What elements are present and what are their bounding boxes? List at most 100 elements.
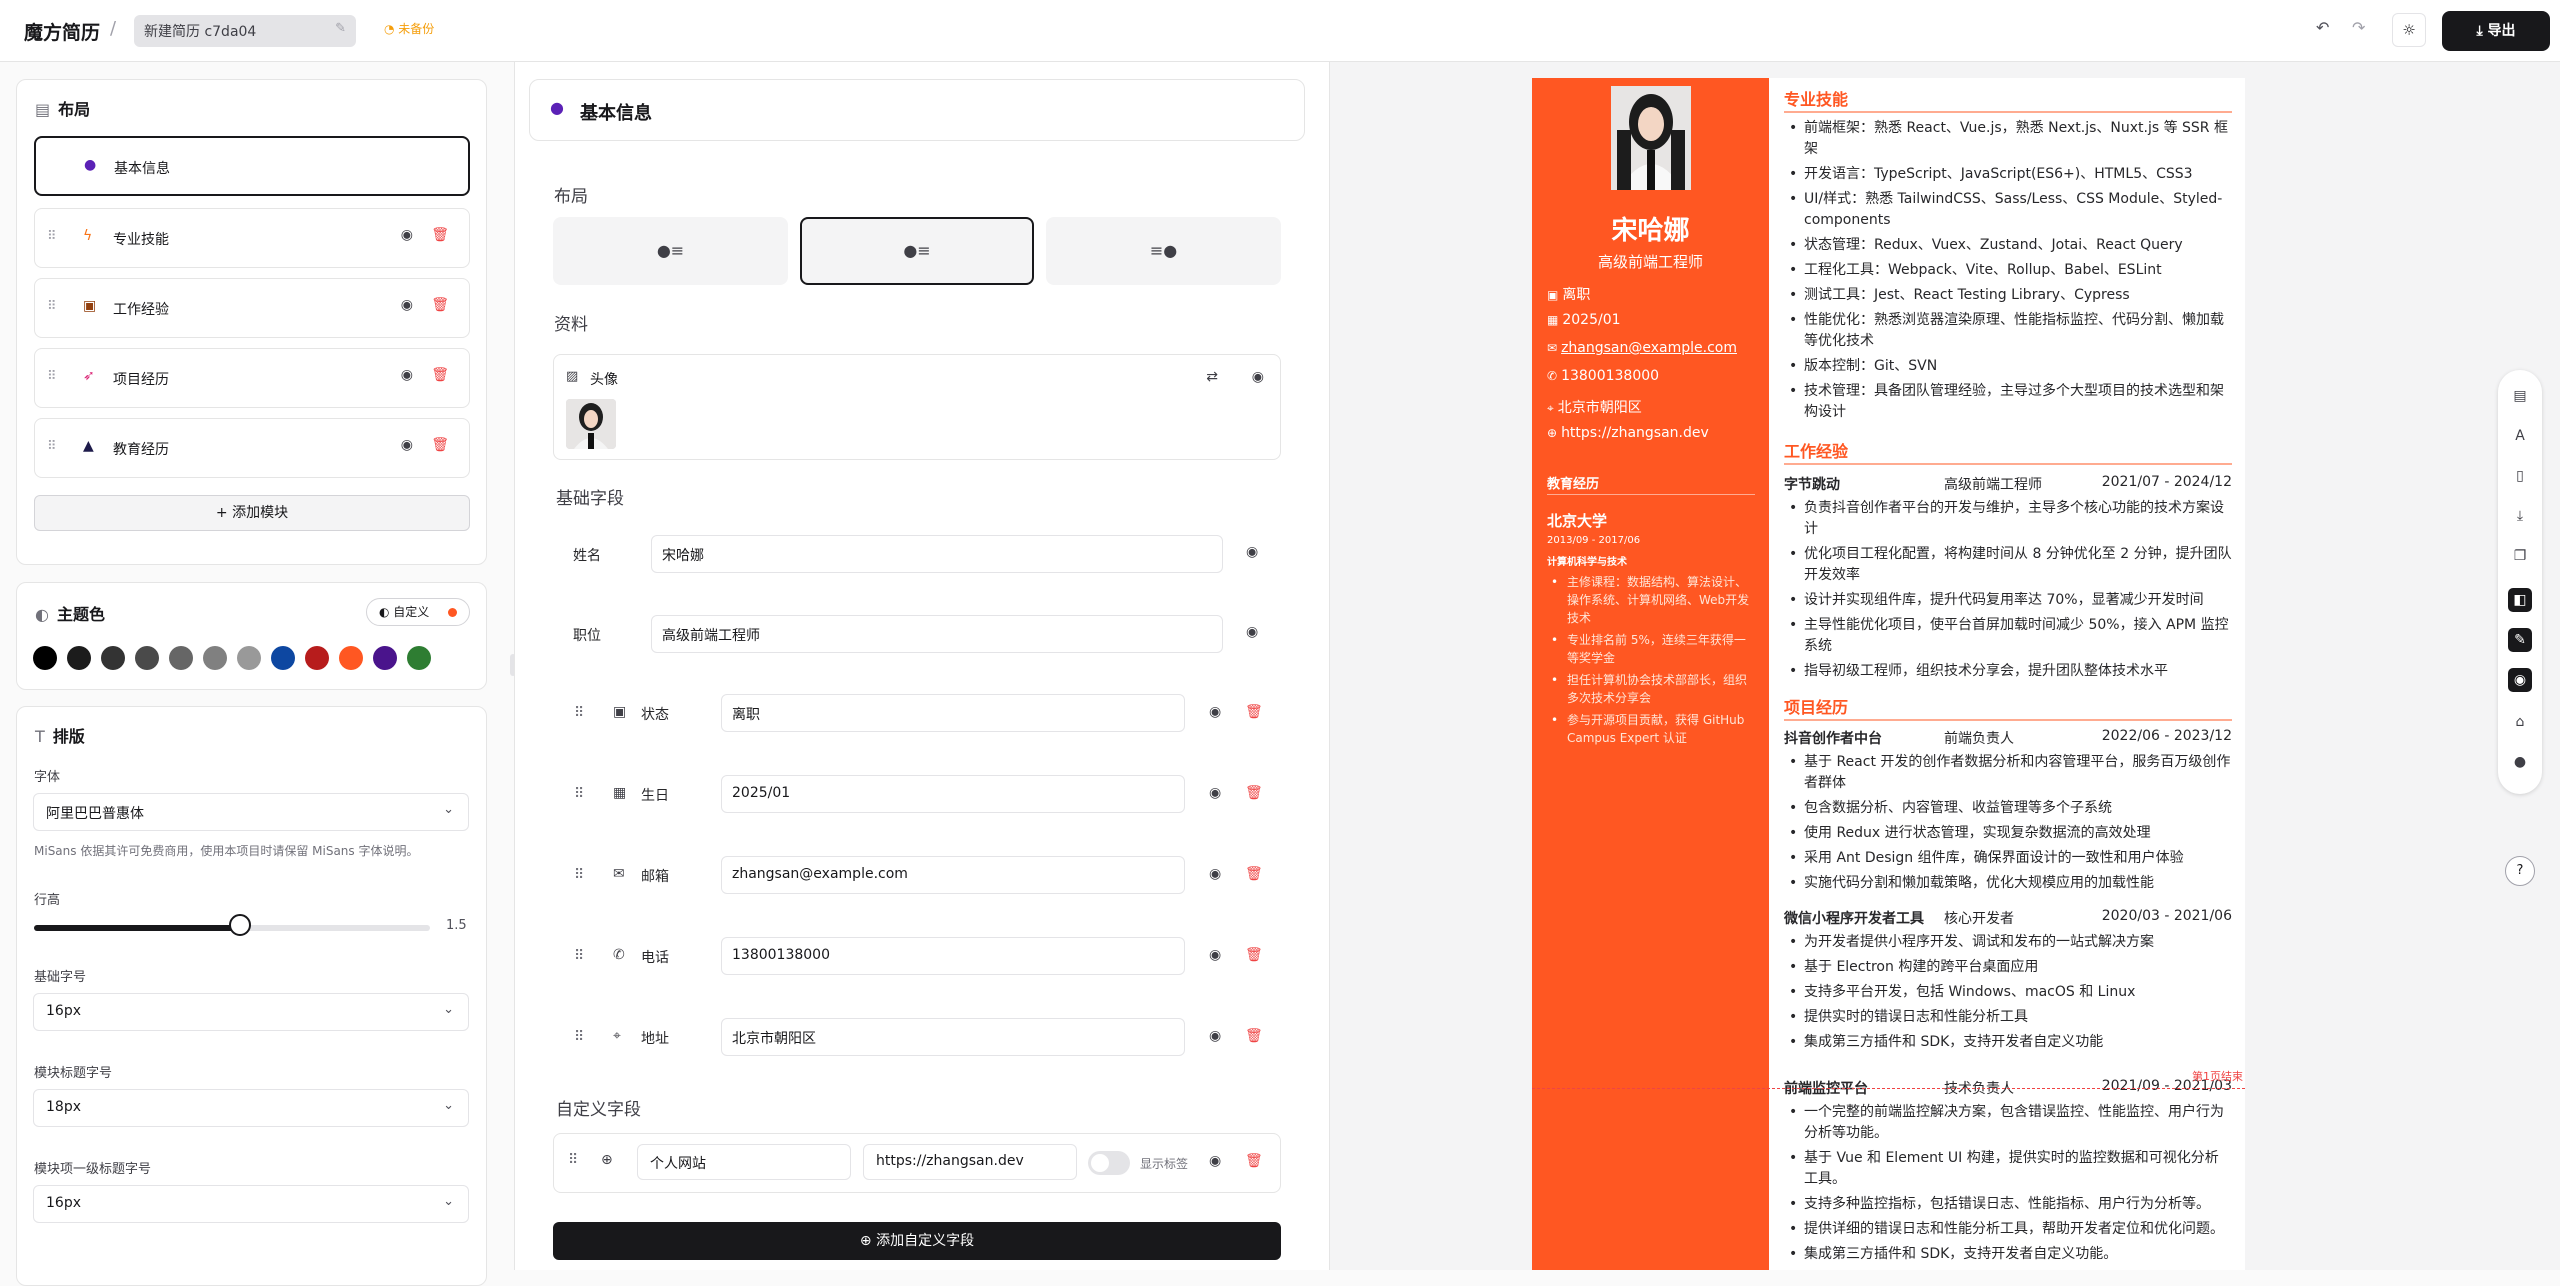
- trash-icon[interactable]: 🗑: [431, 297, 449, 313]
- color-swatch[interactable]: [203, 646, 227, 670]
- eye-icon[interactable]: ◉: [1209, 1153, 1221, 1169]
- file-text-icon[interactable]: ▯: [2508, 464, 2532, 488]
- eye-icon[interactable]: ◉: [1209, 785, 1221, 801]
- eye-icon[interactable]: ◉: [1209, 1028, 1221, 1044]
- module-title-size-select[interactable]: 18px ⌄: [33, 1089, 469, 1127]
- module-row-work[interactable]: ⠿ ▣ 工作经验 ◉ 🗑: [34, 278, 470, 338]
- module-item-size-select[interactable]: 16px ⌄: [33, 1185, 469, 1223]
- eye-icon[interactable]: ◉: [401, 297, 413, 313]
- layout-panel-icon[interactable]: ▤: [2508, 384, 2532, 408]
- drag-handle-icon[interactable]: ⠿: [47, 229, 57, 244]
- trash-icon[interactable]: 🗑: [1245, 1153, 1263, 1169]
- help-button[interactable]: ?: [2505, 856, 2535, 886]
- resume-website-text[interactable]: https://zhangsan.dev: [1561, 425, 1709, 441]
- trash-icon[interactable]: 🗑: [431, 227, 449, 243]
- drag-handle-icon[interactable]: ⠿: [574, 786, 584, 802]
- color-swatch[interactable]: [271, 646, 295, 670]
- resume-title-field[interactable]: 新建简历 c7da04 ✎: [134, 15, 356, 47]
- color-swatch[interactable]: [33, 646, 57, 670]
- avatar-thumbnail[interactable]: [566, 399, 616, 449]
- copy-icon[interactable]: ❐: [2508, 544, 2532, 568]
- app-logo[interactable]: 魔方简历: [24, 18, 100, 45]
- trash-icon[interactable]: 🗑: [1245, 785, 1263, 801]
- drag-handle-icon[interactable]: ⠿: [568, 1152, 578, 1168]
- eye-icon[interactable]: ◉: [1209, 947, 1221, 963]
- eye-icon[interactable]: ◉: [1209, 866, 1221, 882]
- color-swatch[interactable]: [169, 646, 193, 670]
- color-swatch[interactable]: [407, 646, 431, 670]
- add-custom-field-label: 添加自定义字段: [876, 1233, 975, 1249]
- pen-icon[interactable]: ✎: [2508, 628, 2532, 652]
- theme-toggle-button[interactable]: ☼: [2392, 13, 2426, 47]
- trash-icon[interactable]: 🗑: [1245, 704, 1263, 720]
- eye-icon[interactable]: ◉: [1246, 544, 1258, 560]
- trash-icon[interactable]: 🗑: [431, 367, 449, 383]
- resume-job-title: 高级前端工程师: [1597, 253, 1703, 271]
- drag-handle-icon[interactable]: ⠿: [574, 1029, 584, 1045]
- name-input[interactable]: 宋哈娜: [651, 535, 1223, 573]
- font-select[interactable]: 阿里巴巴普惠体 ⌄: [33, 793, 469, 831]
- home-icon[interactable]: ⌂: [2508, 710, 2532, 734]
- export-button[interactable]: ⤓ 导出: [2442, 11, 2550, 51]
- add-module-button[interactable]: + 添加模块: [34, 495, 470, 531]
- layout-option-right[interactable]: ≡●: [1046, 217, 1281, 285]
- color-swatch[interactable]: [305, 646, 329, 670]
- download-icon[interactable]: ⤓: [2508, 504, 2532, 528]
- module-row-projects[interactable]: ⠿ ➶ 项目经历 ◉ 🗑: [34, 348, 470, 408]
- trash-icon[interactable]: 🗑: [431, 437, 449, 453]
- text-icon[interactable]: A: [2508, 424, 2532, 448]
- color-swatch[interactable]: [373, 646, 397, 670]
- drag-handle-icon[interactable]: ⠿: [574, 705, 584, 721]
- custom-color-button[interactable]: ◐ 自定义: [366, 598, 470, 626]
- resume-email-link[interactable]: zhangsan@example.com: [1561, 340, 1737, 356]
- module-row-basic-info[interactable]: ● 基本信息: [34, 136, 470, 196]
- slider-handle[interactable]: [228, 914, 251, 936]
- color-swatch[interactable]: [237, 646, 261, 670]
- field-input[interactable]: 北京市朝阳区: [721, 1018, 1185, 1056]
- custom-field-value-input[interactable]: https://zhangsan.dev: [863, 1144, 1077, 1180]
- module-item-size-value: 16px: [46, 1195, 81, 1211]
- drag-handle-icon[interactable]: ⠿: [47, 439, 57, 454]
- module-row-skills[interactable]: ⠿ ϟ 专业技能 ◉ 🗑: [34, 208, 470, 268]
- color-swatch[interactable]: [135, 646, 159, 670]
- drag-handle-icon[interactable]: ⠿: [47, 299, 57, 314]
- drag-handle-icon[interactable]: ⠿: [47, 369, 57, 384]
- sliders-icon[interactable]: ⇄: [1206, 369, 1218, 385]
- color-swatch[interactable]: [339, 646, 363, 670]
- eye-icon[interactable]: ◉: [1209, 704, 1221, 720]
- github-icon[interactable]: ●: [2508, 750, 2532, 774]
- add-custom-field-button[interactable]: ⊕ 添加自定义字段: [553, 1222, 1281, 1260]
- layout-option-center[interactable]: ●≡: [800, 217, 1034, 285]
- show-label-toggle[interactable]: [1088, 1151, 1130, 1175]
- eye-icon[interactable]: ◉: [401, 367, 413, 383]
- skill-item: 性能优化：熟悉浏览器渲染原理、性能指标监控、代码分割、懒加载等优化技术: [1784, 310, 2232, 352]
- drag-handle-icon[interactable]: ⠿: [574, 948, 584, 964]
- trash-icon[interactable]: 🗑: [1245, 947, 1263, 963]
- calendar-icon: ▦: [613, 785, 627, 801]
- position-input[interactable]: 高级前端工程师: [651, 615, 1223, 653]
- eye-icon[interactable]: ◉: [401, 227, 413, 243]
- custom-field-name-input[interactable]: 个人网站: [637, 1144, 851, 1180]
- field-input[interactable]: 13800138000: [721, 937, 1185, 975]
- undo-icon[interactable]: ↶: [2316, 18, 2329, 37]
- eye-icon[interactable]: ◉: [2508, 668, 2532, 692]
- module-row-education[interactable]: ⠿ ▲ 教育经历 ◉ 🗑: [34, 418, 470, 478]
- layout-option-left[interactable]: ●≡: [553, 217, 788, 285]
- redo-icon[interactable]: ↷: [2352, 18, 2365, 37]
- eye-icon[interactable]: ◉: [1246, 624, 1258, 640]
- field-input[interactable]: 离职: [721, 694, 1185, 732]
- color-swatch[interactable]: [67, 646, 91, 670]
- education-dates: 2013/09 - 2017/06: [1547, 535, 1641, 546]
- eye-icon[interactable]: ◉: [1252, 369, 1264, 385]
- trash-icon[interactable]: 🗑: [1245, 866, 1263, 882]
- eye-icon[interactable]: ◉: [401, 437, 413, 453]
- panel-toggle-icon[interactable]: ◧: [2508, 588, 2532, 612]
- field-input[interactable]: zhangsan@example.com: [721, 856, 1185, 894]
- plus-circle-icon: ⊕: [859, 1233, 877, 1249]
- color-swatch[interactable]: [101, 646, 125, 670]
- drag-handle-icon[interactable]: ⠿: [574, 867, 584, 883]
- base-size-select[interactable]: 16px ⌄: [33, 993, 469, 1031]
- field-input[interactable]: 2025/01: [721, 775, 1185, 813]
- trash-icon[interactable]: 🗑: [1245, 1028, 1263, 1044]
- pencil-icon[interactable]: ✎: [335, 21, 346, 36]
